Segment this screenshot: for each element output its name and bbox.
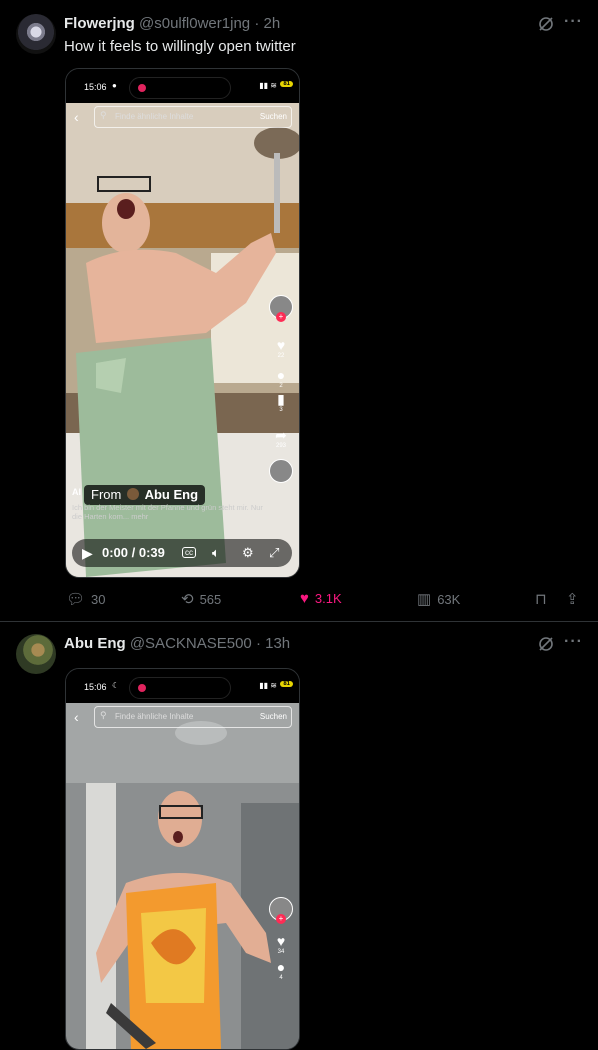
- tweet-header: Abu Eng @SACKNASE500 · 13h: [64, 635, 290, 652]
- moon-icon: ☾: [112, 681, 120, 690]
- share-arrow-icon: ➦: [275, 427, 287, 443]
- source-avatar-icon: [126, 488, 139, 500]
- repost-button[interactable]: ⟲ 565: [181, 590, 221, 608]
- tweet-text: How it feels to willingly open twitter: [64, 38, 296, 55]
- avatar[interactable]: [16, 634, 56, 674]
- tweet-header: Flowerjng @s0ulfl0wer1jng · 2h: [64, 15, 280, 32]
- rail-save-count: 3: [279, 407, 283, 413]
- volume-icon[interactable]: 🔈︎: [212, 545, 220, 561]
- battery-icon: 81: [280, 681, 293, 687]
- bookmark-icon: ⊓: [535, 591, 547, 608]
- more-icon[interactable]: ···: [564, 633, 583, 651]
- tweet[interactable]: Abu Eng @SACKNASE500 · 13h ··· 15:06 ☾ ▮…: [0, 622, 598, 1050]
- record-indicator: [138, 684, 146, 692]
- phone-status-bar: 15:06 ☾ ▮▮ ≋ 81: [66, 669, 299, 703]
- like-button[interactable]: ♥ 3.1K: [300, 590, 342, 607]
- dynamic-island: [129, 677, 231, 699]
- video-controls: ▶ 0:00 / 0:39 cc 🔈︎ ⚙ ⤢: [72, 539, 292, 567]
- fullscreen-icon[interactable]: ⤢: [269, 545, 279, 561]
- reply-icon: 💬︎: [66, 591, 86, 608]
- comment-icon: ●: [276, 367, 286, 383]
- avatar[interactable]: [16, 14, 56, 54]
- views-icon: ▥: [417, 591, 432, 608]
- play-icon[interactable]: ▶: [82, 545, 93, 562]
- source-attribution[interactable]: From Abu Eng: [84, 485, 206, 505]
- back-icon: ‹: [74, 109, 79, 125]
- person-icon: ●: [112, 81, 117, 90]
- rail-comment-count: 2: [279, 383, 283, 389]
- tweet[interactable]: Flowerjng @s0ulfl0wer1jng · 2h How it fe…: [0, 0, 598, 621]
- separator-dot: ·: [254, 15, 260, 32]
- record-indicator: [138, 84, 146, 92]
- author-name[interactable]: Flowerjng: [64, 15, 135, 32]
- signal-icon: ▮▮ ≋: [259, 81, 277, 90]
- search-icon: ⚲: [100, 710, 107, 720]
- tweet-actions: 💬︎ 30 ⟲ 565 ♥ 3.1K ▥ 63K ⊓ ⇪: [0, 590, 598, 610]
- tiktok-action-rail: + ♥ 22 ● 2 ▮ 3 ➦ 293: [269, 295, 293, 483]
- video-player[interactable]: 15:06 ☾ ▮▮ ≋ 81 ‹ ⚲ Finde ähnliche Inhal…: [65, 668, 300, 1050]
- captions-icon[interactable]: cc: [182, 547, 196, 558]
- search-placeholder: Finde ähnliche Inhalte: [115, 712, 194, 721]
- share-button[interactable]: ⇪: [566, 590, 585, 608]
- search-icon: ⚲: [100, 110, 107, 120]
- signal-icon: ▮▮ ≋: [259, 681, 277, 690]
- video-search-box: ⚲ Finde ähnliche Inhalte Suchen: [94, 706, 292, 728]
- tiktok-action-rail: + ♥ 34 ● 4: [269, 897, 293, 981]
- bookmark-icon: ▮: [277, 391, 285, 407]
- dynamic-island: [129, 77, 231, 99]
- heart-icon: ♥: [276, 933, 286, 949]
- grok-icon[interactable]: [537, 635, 555, 658]
- author-name[interactable]: Abu Eng: [64, 635, 126, 652]
- search-button-label: Suchen: [259, 712, 287, 721]
- author-handle[interactable]: @SACKNASE500: [130, 635, 252, 652]
- rail-like-count: 22: [277, 353, 285, 359]
- video-time: 0:00 / 0:39: [102, 545, 165, 560]
- search-placeholder: Finde ähnliche Inhalte: [115, 112, 194, 121]
- sound-disc: [269, 459, 293, 483]
- comment-icon: ●: [276, 959, 286, 975]
- video-search-bar: ‹ ⚲ Finde ähnliche Inhalte Suchen: [66, 103, 299, 133]
- separator-dot: ·: [255, 635, 261, 652]
- creator-avatar: +: [269, 897, 293, 924]
- repost-count: 565: [199, 592, 222, 607]
- video-search-box: ⚲ Finde ähnliche Inhalte Suchen: [94, 106, 292, 128]
- creator-avatar: +: [269, 295, 293, 322]
- timestamp[interactable]: 2h: [263, 15, 280, 32]
- author-handle[interactable]: @s0ulfl0wer1jng: [139, 15, 250, 32]
- bookmark-button[interactable]: ⊓: [535, 590, 553, 608]
- back-icon: ‹: [74, 709, 79, 725]
- view-count: 63K: [437, 592, 461, 607]
- grok-icon[interactable]: [537, 15, 555, 38]
- views-button[interactable]: ▥ 63K: [417, 590, 460, 608]
- rail-like-count: 34: [277, 949, 285, 955]
- source-name: Abu Eng: [144, 487, 199, 502]
- rail-comment-count: 4: [279, 975, 283, 981]
- video-frame: [66, 703, 299, 1049]
- settings-icon[interactable]: ⚙: [242, 545, 254, 561]
- more-icon[interactable]: ···: [564, 13, 583, 31]
- follow-plus-icon: +: [276, 914, 286, 924]
- rail-share-count: 293: [275, 443, 286, 449]
- video-search-bar: ‹ ⚲ Finde ähnliche Inhalte Suchen: [66, 703, 299, 733]
- timestamp[interactable]: 13h: [265, 635, 290, 652]
- share-icon: ⇪: [566, 591, 579, 608]
- heart-icon: ♥: [300, 590, 309, 607]
- phone-status-bar: 15:06 ● ▮▮ ≋ 81: [66, 69, 299, 103]
- video-creator-initial: Al: [72, 487, 81, 497]
- reply-count: 30: [91, 592, 106, 607]
- heart-icon: ♥: [276, 337, 286, 353]
- battery-icon: 81: [280, 81, 293, 87]
- video-caption: Ich bin der Meister mit der Pfanne und g…: [72, 503, 263, 521]
- repost-icon: ⟲: [181, 591, 194, 608]
- from-label: From: [91, 487, 122, 502]
- reply-button[interactable]: 💬︎ 30: [66, 590, 106, 608]
- status-time: 15:06: [84, 82, 107, 92]
- search-button-label: Suchen: [259, 112, 287, 121]
- follow-plus-icon: +: [276, 312, 286, 322]
- status-time: 15:06: [84, 682, 107, 692]
- like-count: 3.1K: [314, 591, 342, 606]
